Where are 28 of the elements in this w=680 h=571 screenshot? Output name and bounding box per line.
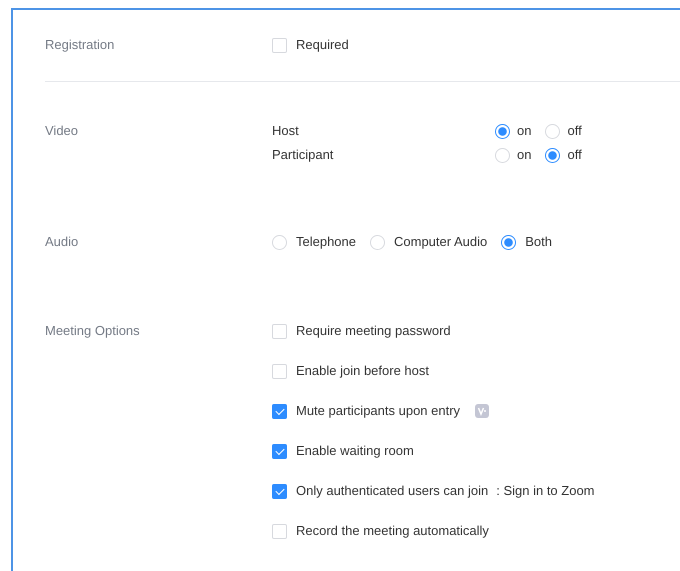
checkbox-label: Only authenticated users can join bbox=[296, 483, 488, 499]
section-label: Video bbox=[45, 123, 80, 140]
radio-label: off bbox=[567, 147, 582, 163]
checkbox-label: Require meeting password bbox=[296, 323, 451, 339]
row-label: Participant bbox=[272, 147, 334, 163]
checkbox[interactable] bbox=[272, 444, 287, 458]
radio-label: Computer Audio bbox=[394, 234, 488, 250]
checkbox-label: Mute participants upon entry bbox=[296, 403, 460, 419]
checkbox-label: Enable join before host bbox=[296, 363, 429, 379]
info-badge-icon[interactable] bbox=[475, 404, 490, 418]
section-label: Registration bbox=[45, 37, 116, 54]
radio-label: on bbox=[517, 123, 532, 139]
radio-label: Telephone bbox=[296, 234, 356, 250]
radio-button[interactable] bbox=[501, 234, 516, 250]
checkbox-label: Enable waiting room bbox=[296, 443, 414, 459]
note-text: : Sign in to Zoom bbox=[496, 483, 595, 499]
radio-button[interactable] bbox=[495, 124, 510, 138]
radio-label: off bbox=[567, 123, 582, 139]
row-label: Host bbox=[272, 123, 300, 139]
section-label: Audio bbox=[45, 234, 80, 250]
section-label: Meeting Options bbox=[45, 323, 141, 340]
checkbox[interactable] bbox=[272, 404, 287, 418]
radio-label: Both bbox=[525, 234, 552, 250]
checkbox-label: Record the meeting automatically bbox=[296, 523, 489, 539]
checkbox-label: Required bbox=[296, 37, 349, 53]
checkbox[interactable] bbox=[272, 484, 287, 498]
radio-label: on bbox=[517, 147, 532, 163]
radio-button[interactable] bbox=[545, 148, 560, 162]
